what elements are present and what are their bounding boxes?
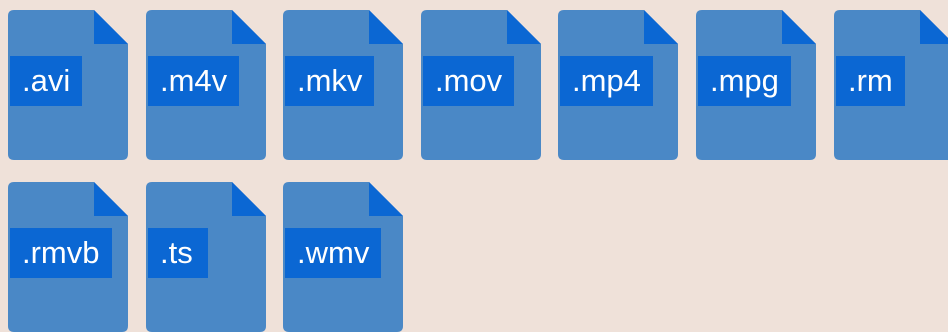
file-extension-label: .m4v [148, 56, 240, 106]
file-tile-m4v[interactable]: .m4v [146, 10, 266, 160]
file-extension-label: .mkv [285, 56, 375, 106]
file-tile-mkv[interactable]: .mkv [283, 10, 403, 160]
file-extension-label: .wmv [285, 228, 382, 278]
file-tile-mov[interactable]: .mov [421, 10, 541, 160]
file-tile-mpg[interactable]: .mpg [696, 10, 816, 160]
file-extension-label: .mov [423, 56, 515, 106]
file-tile-rm[interactable]: .rm [834, 10, 948, 160]
file-extension-label: .rm [836, 56, 905, 106]
file-tile-wmv[interactable]: .wmv [283, 182, 403, 332]
file-tile-rmvb[interactable]: .rmvb [8, 182, 128, 332]
file-extension-label: .avi [10, 56, 83, 106]
file-extension-label: .mpg [698, 56, 791, 106]
file-extension-label: .rmvb [10, 228, 112, 278]
file-tile-ts[interactable]: .ts [146, 182, 266, 332]
file-tile-mp4[interactable]: .mp4 [558, 10, 678, 160]
file-extension-label: .mp4 [560, 56, 653, 106]
file-tile-avi[interactable]: .avi [8, 10, 128, 160]
file-extension-label: .ts [148, 228, 208, 278]
